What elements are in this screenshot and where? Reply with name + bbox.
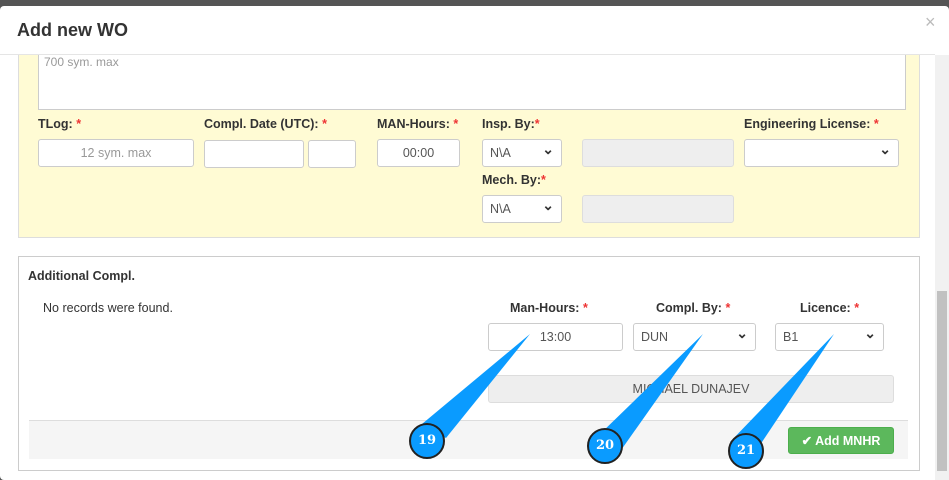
callout-pointers (422, 334, 834, 460)
callout-badge-21: 21 (728, 433, 764, 469)
callout-badge-20: 20 (587, 428, 623, 464)
callout-pointer-19 (422, 334, 530, 438)
modal: Add new WO × 700 sym. max TLog: * 12 sym… (0, 6, 949, 480)
callout-badge-19: 19 (409, 423, 445, 459)
